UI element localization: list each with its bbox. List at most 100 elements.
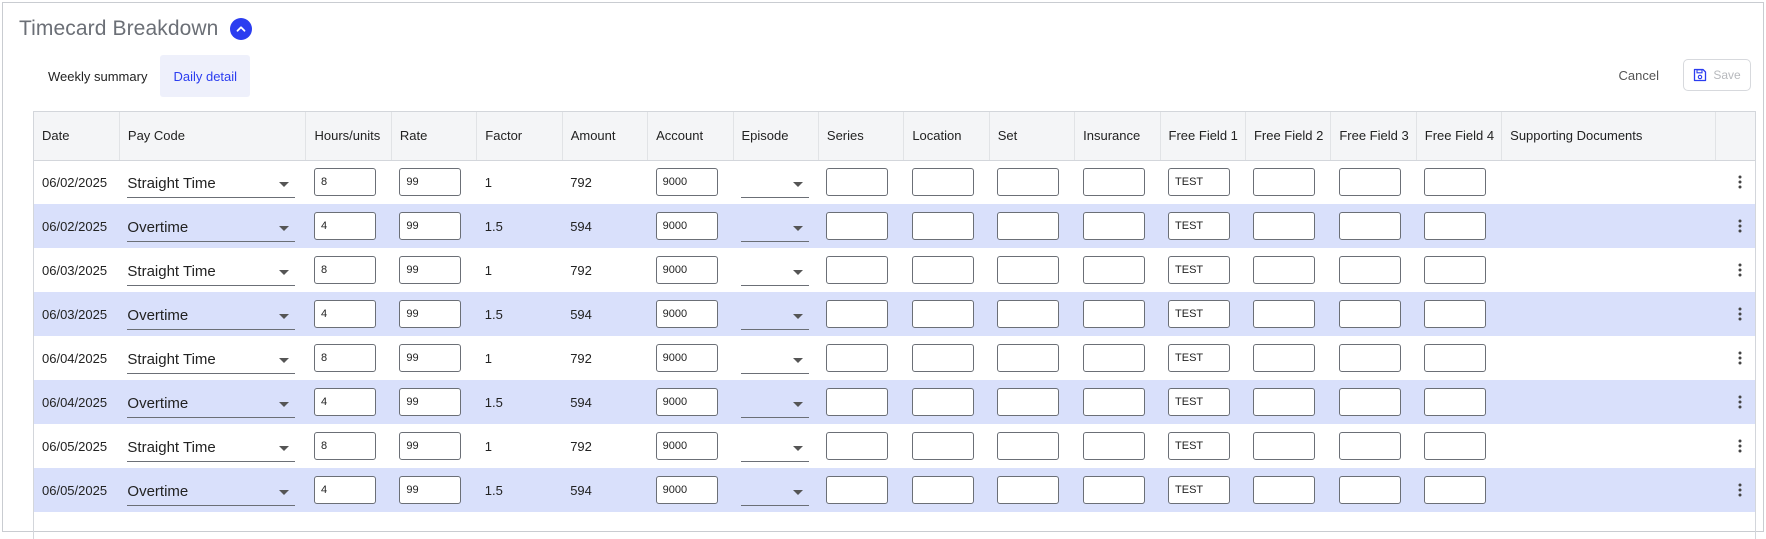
hours-input[interactable]: 4 — [313, 476, 376, 504]
free-field-4-input[interactable] — [1424, 388, 1487, 416]
row-menu-button[interactable] — [1723, 175, 1755, 189]
pay-code-select[interactable]: Straight Time — [127, 258, 296, 286]
account-input[interactable]: 9000 — [655, 256, 718, 284]
set-input[interactable] — [997, 256, 1060, 284]
free-field-4-input[interactable] — [1424, 300, 1487, 328]
hours-input[interactable]: 8 — [313, 432, 376, 460]
insurance-input[interactable] — [1082, 168, 1145, 197]
row-menu-button[interactable] — [1723, 307, 1755, 321]
location-input[interactable] — [911, 344, 974, 372]
free-field-3-input[interactable] — [1338, 344, 1401, 372]
set-input[interactable] — [997, 212, 1060, 240]
free-field-1-input[interactable]: TEST — [1168, 344, 1231, 372]
free-field-2-input[interactable] — [1253, 300, 1316, 328]
account-input[interactable]: 9000 — [655, 168, 718, 197]
series-input[interactable] — [826, 344, 889, 372]
set-input[interactable] — [997, 388, 1060, 416]
hours-input[interactable]: 4 — [313, 300, 376, 328]
tab-daily-detail[interactable]: Daily detail — [160, 55, 251, 97]
series-input[interactable] — [826, 388, 889, 416]
rate-input[interactable]: 99 — [399, 256, 462, 284]
pay-code-select[interactable]: Straight Time — [127, 346, 296, 374]
row-menu-button[interactable] — [1723, 395, 1755, 409]
account-input[interactable]: 9000 — [655, 476, 718, 504]
rate-input[interactable]: 99 — [399, 344, 462, 372]
rate-input[interactable]: 99 — [399, 168, 462, 197]
free-field-1-input[interactable]: TEST — [1168, 212, 1231, 240]
episode-select[interactable] — [741, 346, 809, 374]
free-field-4-input[interactable] — [1424, 168, 1487, 197]
episode-select[interactable] — [741, 434, 809, 462]
insurance-input[interactable] — [1082, 344, 1145, 372]
row-menu-button[interactable] — [1723, 351, 1755, 365]
pay-code-select[interactable]: Straight Time — [127, 170, 296, 198]
free-field-3-input[interactable] — [1338, 300, 1401, 328]
tab-weekly-summary[interactable]: Weekly summary — [35, 55, 160, 97]
hours-input[interactable]: 8 — [313, 344, 376, 372]
hours-input[interactable]: 4 — [313, 212, 376, 240]
episode-select[interactable] — [741, 390, 809, 418]
free-field-1-input[interactable]: TEST — [1168, 256, 1231, 284]
free-field-1-input[interactable]: TEST — [1168, 388, 1231, 416]
episode-select[interactable] — [741, 258, 809, 286]
free-field-1-input[interactable]: TEST — [1168, 476, 1231, 504]
account-input[interactable]: 9000 — [655, 432, 718, 460]
location-input[interactable] — [911, 388, 974, 416]
set-input[interactable] — [997, 168, 1060, 197]
free-field-2-input[interactable] — [1253, 388, 1316, 416]
free-field-2-input[interactable] — [1253, 212, 1316, 240]
save-button[interactable]: Save — [1683, 59, 1751, 91]
free-field-4-input[interactable] — [1424, 256, 1487, 284]
free-field-1-input[interactable]: TEST — [1168, 168, 1231, 197]
rate-input[interactable]: 99 — [399, 476, 462, 504]
location-input[interactable] — [911, 256, 974, 284]
episode-select[interactable] — [741, 170, 809, 198]
free-field-4-input[interactable] — [1424, 476, 1487, 504]
series-input[interactable] — [826, 300, 889, 328]
insurance-input[interactable] — [1082, 432, 1145, 460]
series-input[interactable] — [826, 212, 889, 240]
free-field-4-input[interactable] — [1424, 344, 1487, 372]
row-menu-button[interactable] — [1723, 483, 1755, 497]
rate-input[interactable]: 99 — [399, 388, 462, 416]
episode-select[interactable] — [741, 214, 809, 242]
insurance-input[interactable] — [1082, 256, 1145, 284]
free-field-3-input[interactable] — [1338, 388, 1401, 416]
free-field-3-input[interactable] — [1338, 432, 1401, 460]
free-field-1-input[interactable]: TEST — [1168, 300, 1231, 328]
location-input[interactable] — [911, 300, 974, 328]
insurance-input[interactable] — [1082, 388, 1145, 416]
free-field-3-input[interactable] — [1338, 476, 1401, 504]
series-input[interactable] — [826, 432, 889, 460]
row-menu-button[interactable] — [1723, 439, 1755, 453]
rate-input[interactable]: 99 — [399, 432, 462, 460]
series-input[interactable] — [826, 476, 889, 504]
cancel-button[interactable]: Cancel — [1619, 68, 1659, 83]
free-field-4-input[interactable] — [1424, 212, 1487, 240]
rate-input[interactable]: 99 — [399, 300, 462, 328]
account-input[interactable]: 9000 — [655, 300, 718, 328]
hours-input[interactable]: 8 — [313, 256, 376, 284]
pay-code-select[interactable]: Overtime — [127, 390, 296, 418]
free-field-2-input[interactable] — [1253, 256, 1316, 284]
free-field-2-input[interactable] — [1253, 344, 1316, 372]
hours-input[interactable]: 8 — [313, 168, 376, 197]
free-field-3-input[interactable] — [1338, 212, 1401, 240]
episode-select[interactable] — [741, 478, 809, 506]
free-field-2-input[interactable] — [1253, 168, 1316, 197]
set-input[interactable] — [997, 476, 1060, 504]
set-input[interactable] — [997, 432, 1060, 460]
free-field-2-input[interactable] — [1253, 432, 1316, 460]
set-input[interactable] — [997, 300, 1060, 328]
pay-code-select[interactable]: Overtime — [127, 302, 296, 330]
location-input[interactable] — [911, 212, 974, 240]
free-field-3-input[interactable] — [1338, 256, 1401, 284]
location-input[interactable] — [911, 476, 974, 504]
row-menu-button[interactable] — [1723, 219, 1755, 233]
account-input[interactable]: 9000 — [655, 344, 718, 372]
hours-input[interactable]: 4 — [313, 388, 376, 416]
row-menu-button[interactable] — [1723, 263, 1755, 277]
free-field-2-input[interactable] — [1253, 476, 1316, 504]
pay-code-select[interactable]: Overtime — [127, 214, 296, 242]
free-field-4-input[interactable] — [1424, 432, 1487, 460]
